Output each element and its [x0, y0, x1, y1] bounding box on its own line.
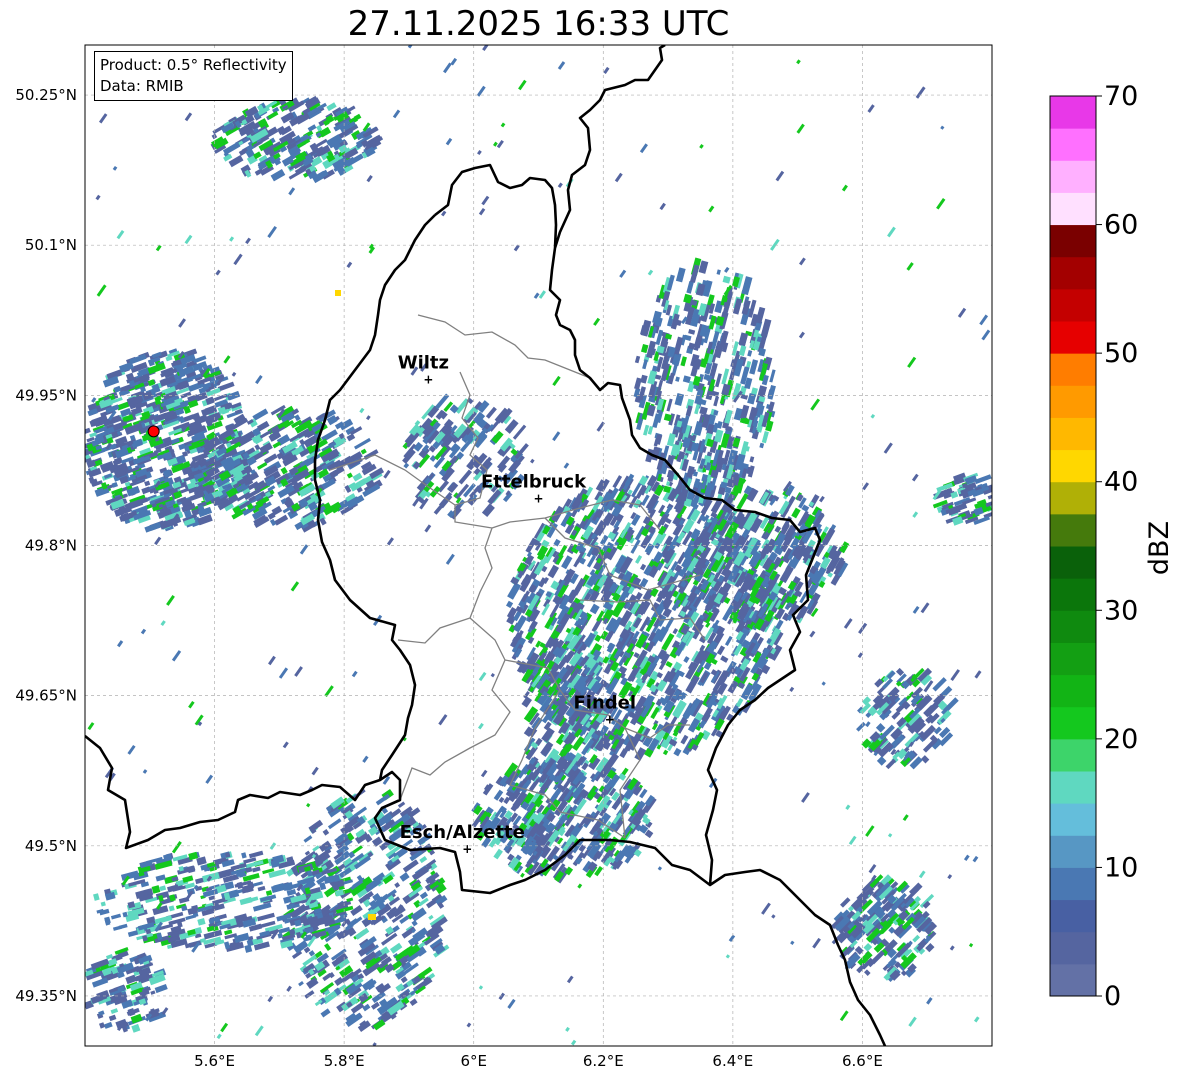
radar-map: +Wiltz+Ettelbruck+Findel+Esch/Alzette 5.…: [15, 44, 993, 1070]
